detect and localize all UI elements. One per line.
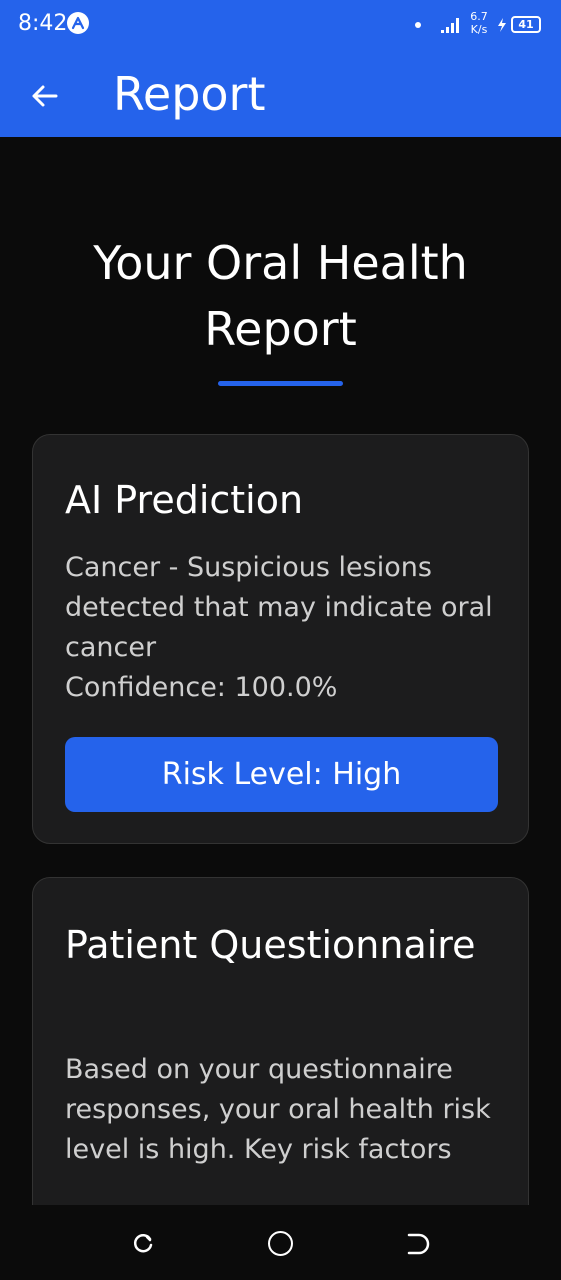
battery-level: 41 (518, 18, 534, 31)
notification-app-icon (67, 12, 89, 34)
back-icon[interactable] (406, 1232, 430, 1256)
ai-prediction-title: AI Prediction (65, 478, 304, 522)
questionnaire-title: Patient Questionnaire (65, 923, 476, 967)
network-speed-unit: K/s (470, 23, 488, 36)
ai-prediction-description: Cancer - Suspicious lesions detected tha… (65, 552, 493, 663)
heading-underline (218, 381, 343, 386)
arrow-left-icon (32, 85, 58, 107)
app-bar-title: Report (113, 67, 266, 121)
back-button[interactable] (22, 74, 66, 118)
ai-prediction-card: AI Prediction Cancer - Suspicious lesion… (32, 434, 529, 844)
report-content[interactable]: Your Oral Health Report AI Prediction Ca… (0, 137, 561, 1205)
page-heading: Your Oral Health Report (93, 236, 468, 356)
app-bar: Report (0, 52, 561, 137)
recents-icon[interactable] (131, 1232, 155, 1256)
network-speed-value: 6.7 (470, 10, 488, 23)
battery-icon: 41 (511, 16, 541, 33)
questionnaire-card: Patient Questionnaire Based on your ques… (32, 877, 529, 1205)
home-icon[interactable] (268, 1231, 293, 1256)
status-bar: 8:42 6.7 K/s 41 (0, 0, 561, 52)
system-nav-bar (0, 1205, 561, 1280)
signal-icon (441, 18, 459, 33)
ai-prediction-confidence: Confidence: 100.0% (65, 672, 338, 703)
risk-level-badge[interactable]: Risk Level: High (65, 737, 498, 812)
notification-dot-icon (415, 22, 421, 28)
ai-prediction-details: Cancer - Suspicious lesions detected tha… (65, 548, 505, 708)
network-speed: 6.7 K/s (466, 10, 492, 36)
charging-bolt-icon (498, 18, 506, 32)
status-time: 8:42 (18, 11, 68, 36)
questionnaire-summary: Based on your questionnaire responses, y… (65, 1054, 491, 1165)
